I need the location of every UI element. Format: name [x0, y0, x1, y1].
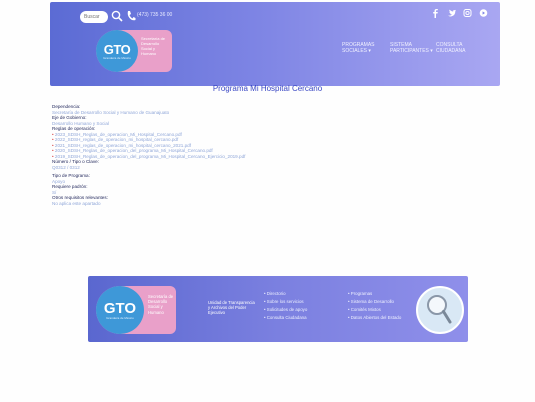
- footer-link[interactable]: • Directorio: [264, 290, 307, 298]
- footer-links-col1: • Directorio • Sobre los servicios • Sol…: [264, 290, 307, 322]
- search-icon[interactable]: [110, 9, 124, 23]
- footer-link[interactable]: • Solicitudes de apoyo: [264, 306, 307, 314]
- gto-logo-circle: GTO Grandeza de México: [96, 286, 144, 334]
- page: (473) 735 36 00 GTO: [0, 0, 535, 402]
- secretaria-name: Secretaría de Desarrollo Social y Humano: [148, 294, 174, 315]
- facebook-icon[interactable]: [431, 8, 440, 18]
- page-title: Programa Mi Hospital Cercano: [212, 84, 323, 93]
- site-footer: GTO Grandeza de México Secretaría de Des…: [88, 276, 468, 342]
- site-header: (473) 735 36 00 GTO: [50, 2, 500, 86]
- footer-link[interactable]: • Programas: [348, 290, 401, 298]
- gto-logo-subtext: Grandeza de México: [103, 55, 131, 60]
- phone-icon: [127, 11, 136, 21]
- otros-requisitos-value: No aplica este apartado: [52, 200, 101, 206]
- footer-link[interactable]: • Sistema de Desarrollo: [348, 298, 401, 306]
- footer-logo[interactable]: GTO Grandeza de México Secretaría de Des…: [96, 286, 176, 334]
- footer-links-col2: • Programas • Sistema de Desarrollo • Co…: [348, 290, 401, 322]
- transparency-unit: Unidad de Transparencia y Archivos del P…: [208, 300, 255, 316]
- footer-link[interactable]: • Sobre los servicios: [264, 298, 307, 306]
- gto-logo-text: GTO: [103, 299, 137, 317]
- search-input[interactable]: [80, 11, 108, 23]
- social-links: [431, 8, 488, 18]
- header-logo[interactable]: GTO Grandeza de México Secretaría de Des…: [96, 30, 172, 72]
- secretaria-name: Secretaría de Desarrollo Social y Humano: [141, 36, 166, 56]
- instagram-icon[interactable]: [463, 8, 472, 18]
- youtube-icon[interactable]: [479, 8, 488, 18]
- gto-logo-text: GTO: [103, 41, 131, 57]
- program-details: Dependencia: Secretaría de Desarrollo So…: [52, 104, 352, 206]
- top-bar: (473) 735 36 00: [50, 2, 500, 30]
- twitter-icon[interactable]: [447, 8, 456, 18]
- nav-programas-sociales[interactable]: PROGRAMAS SOCIALES ▾: [342, 42, 375, 54]
- footer-link[interactable]: • Comités Mixtos: [348, 306, 401, 314]
- gto-logo-subtext: Grandeza de México: [106, 315, 134, 320]
- footer-link[interactable]: • Consulta Ciudadana: [264, 314, 307, 322]
- footer-link[interactable]: • Datos Abiertos del Estado: [348, 314, 401, 322]
- nav-label: CIUDADANA: [436, 48, 466, 54]
- nav-sistema-participantes[interactable]: SISTEMA PARTICIPANTES ▾: [390, 42, 433, 54]
- nav-consulta-ciudadana[interactable]: CONSULTA CIUDADANA: [436, 42, 465, 54]
- magnifier-icon: [427, 295, 452, 324]
- gto-logo-circle: GTO Grandeza de México: [96, 30, 138, 72]
- nav-label: SOCIALES ▾: [342, 48, 371, 54]
- phone-number: (473) 735 36 00: [137, 12, 173, 18]
- nav-label: PARTICIPANTES ▾: [390, 48, 433, 54]
